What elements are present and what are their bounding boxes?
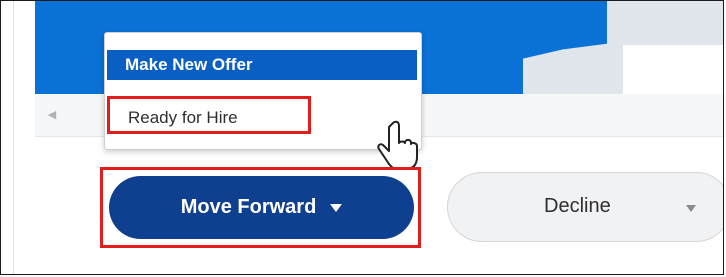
- menu-item-label: Ready for Hire: [128, 108, 238, 127]
- header-decoration-2: [623, 45, 723, 94]
- chevron-left-icon[interactable]: ◀: [45, 108, 59, 122]
- move-forward-button[interactable]: Move Forward: [109, 176, 414, 239]
- app-frame: ◀ Make New Offer Ready for Hire Move For…: [0, 0, 724, 275]
- decline-button[interactable]: Decline: [447, 172, 723, 242]
- move-forward-label: Move Forward: [180, 196, 317, 218]
- dropdown-caret-icon: [330, 203, 343, 212]
- decline-label: Decline: [544, 195, 611, 217]
- hand-pointer-icon: [377, 120, 418, 170]
- dropdown-caret-icon: [686, 205, 696, 212]
- left-strip: [1, 1, 14, 274]
- menu-item-label: Make New Offer: [125, 55, 253, 74]
- move-forward-highlight: Move Forward: [100, 167, 421, 248]
- menu-item-make-new-offer[interactable]: Make New Offer: [107, 50, 417, 80]
- menu-item-ready-for-hire[interactable]: Ready for Hire: [107, 96, 311, 134]
